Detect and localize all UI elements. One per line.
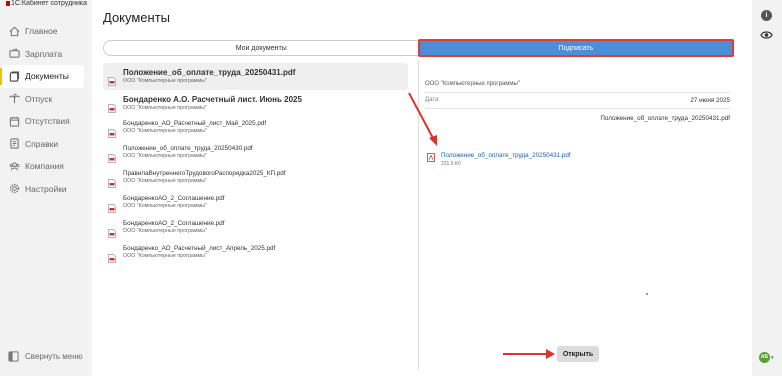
collapse-menu-button[interactable]: Свернуть меню [8,351,83,362]
pdf-file-icon [108,250,116,263]
sidebar-item-label: Справки [25,138,59,149]
pdf-file-icon [108,150,116,163]
detail-org: ООО "Компьютерные программы" [425,81,520,87]
document-org: ООО "Компьютерные программы" [123,253,207,259]
collapse-sidebar-icon [8,351,19,362]
gear-icon [8,183,20,195]
sidebar-item-label: Отсутствия [25,116,70,127]
collapse-menu-label: Свернуть меню [25,352,83,361]
sidebar-item-home[interactable]: Главное [0,20,92,43]
pdf-file-icon [108,73,116,86]
right-rail: i АБ ▾ [752,0,782,376]
document-org: ООО "Компьютерные программы" [123,128,207,134]
pdf-file-icon [108,100,116,113]
page-title: Документы [103,10,171,25]
app-title-text: 1С:Кабинет сотрудника [11,0,88,7]
sidebar-item-label: Главное [25,26,58,37]
document-name: Положение_об_оплате_труда_20250430.pdf [123,145,253,152]
document-list: Положение_об_оплате_труда_20250431.pdf ОО… [103,63,408,265]
tab-bar: Мои документы Подписать [103,39,734,57]
attachment-size: 231.5 Кб [441,161,461,167]
document-name: БондаренкоАО_2_Соглашение.pdf [123,195,225,202]
sidebar-item-documents[interactable]: Документы [0,65,84,88]
divider [425,92,730,93]
sidebar-item-company[interactable]: Компания [0,155,92,178]
document-name: Бондаренко_АО_Расчетный_лист_Май_2025.pd… [123,120,267,127]
info-icon[interactable]: i [761,10,772,21]
annotation-arrow [503,349,555,359]
certificate-icon [8,138,20,150]
sidebar-item-vacation[interactable]: Отпуск [0,88,92,111]
document-name: Положение_об_оплате_труда_20250431.pdf [123,68,296,77]
list-item[interactable]: БондаренкоАО_2_Соглашение.pdf ООО "Компью… [103,215,408,240]
pdf-file-icon [108,225,116,238]
home-icon [8,25,20,37]
loading-dot [646,293,648,295]
pane-divider [418,60,419,370]
list-item[interactable]: Положение_об_оплате_труда_20250430.pdf ОО… [103,140,408,165]
palm-icon [8,93,20,105]
date-label: Дата [425,97,439,103]
eye-icon[interactable] [760,30,773,40]
wallet-icon [8,48,20,60]
sidebar-item-label: Документы [25,71,69,82]
list-item[interactable]: ПравилаВнутреннегоТрудовогоРаспорядка202… [103,165,408,190]
list-item[interactable]: Бондаренко_АО_Расчетный_лист_Апрель_2025… [103,240,408,265]
document-org: ООО "Компьютерные программы" [123,105,207,111]
absence-icon [8,115,20,127]
detail-document-title: Положение_об_оплате_труда_20250431.pdf [600,115,730,122]
tab-my-documents[interactable]: Мои документы [104,41,419,55]
app-logo-icon [6,0,10,6]
document-org: ООО "Компьютерные программы" [123,203,207,209]
company-icon [8,160,20,172]
sidebar-item-salary[interactable]: Зарплата [0,43,92,66]
document-org: ООО "Компьютерные программы" [123,178,207,184]
sidebar-item-label: Компания [25,161,64,172]
sidebar-item-label: Настройки [25,183,67,194]
document-name: БондаренкоАО_2_Соглашение.pdf [123,220,225,227]
list-item[interactable]: БондаренкоАО_2_Соглашение.pdf ООО "Компью… [103,190,408,215]
date-value: 27 июня 2025 [690,97,730,104]
app-title: 1С:Кабинет сотрудника [6,0,87,7]
attachment-name[interactable]: Положение_об_оплате_труда_20250431.pdf [441,152,571,160]
document-org: ООО "Компьютерные программы" [123,153,207,159]
sidebar-item-label: Отпуск [25,93,53,104]
avatar[interactable]: АБ [759,352,770,363]
list-item[interactable]: Положение_об_оплате_труда_20250431.pdf ОО… [103,63,408,90]
pdf-file-icon [427,153,435,162]
pdf-file-icon [108,175,116,188]
document-name: Бондаренко А.О. Расчетный лист. Июнь 202… [123,95,302,104]
sidebar-item-label: Зарплата [25,48,63,59]
chevron-down-icon[interactable]: ▾ [771,355,774,361]
open-button[interactable]: Открыть [557,346,599,362]
list-item[interactable]: Бондаренко_АО_Расчетный_лист_Май_2025.pd… [103,115,408,140]
pdf-file-icon [108,200,116,213]
list-item[interactable]: Бондаренко А.О. Расчетный лист. Июнь 202… [103,90,408,115]
pdf-file-icon [108,125,116,138]
documents-icon [8,70,20,82]
tab-sign[interactable]: Подписать [417,39,734,57]
sidebar-item-absences[interactable]: Отсутствия [0,110,92,133]
document-name: ПравилаВнутреннегоТрудовогоРаспорядка202… [123,170,286,177]
document-name: Бондаренко_АО_Расчетный_лист_Апрель_2025… [123,245,276,252]
sidebar-nav: Главное Зарплата Документы Отпуск Отсутс… [0,20,92,200]
attachment-link[interactable]: Положение_об_оплате_труда_20250431.pdf 2… [427,152,571,168]
sidebar-item-certificates[interactable]: Справки [0,133,92,156]
divider [425,108,730,109]
sidebar: 1С:Кабинет сотрудника Главное Зарплата Д… [0,0,92,376]
sidebar-item-settings[interactable]: Настройки [0,178,92,201]
document-org: ООО "Компьютерные программы" [123,78,207,84]
document-org: ООО "Компьютерные программы" [123,228,207,234]
